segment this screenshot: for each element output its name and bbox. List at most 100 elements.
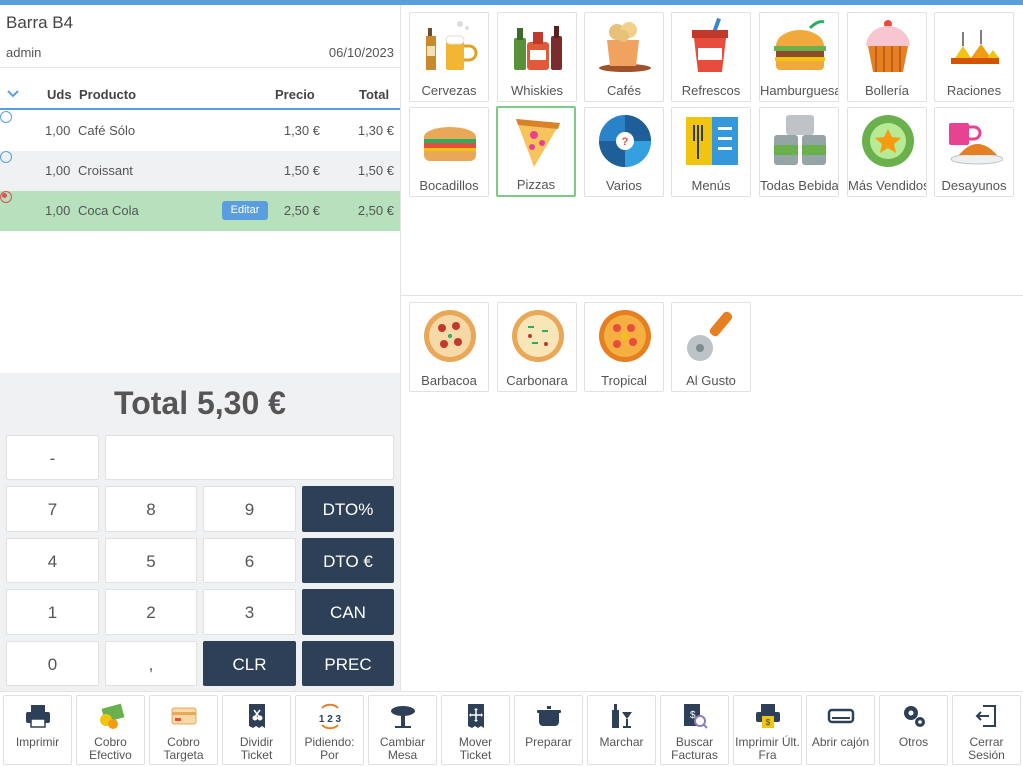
row-radio-checked[interactable] (0, 191, 12, 203)
key-6[interactable]: 6 (203, 538, 296, 583)
category-label: Hamburguesas (760, 83, 838, 98)
logout-icon (975, 705, 996, 727)
prepare-button[interactable]: Preparar (514, 695, 583, 765)
product-label: Barbacoa (421, 373, 477, 388)
logout-button[interactable]: Cerrar Sesión (952, 695, 1021, 765)
key-8[interactable]: 8 (105, 486, 197, 532)
pot-icon (537, 706, 561, 726)
print-button[interactable]: Imprimir (3, 695, 72, 765)
key-1[interactable]: 1 (6, 589, 99, 635)
cheese-icon (951, 30, 999, 64)
category-label: Desayunos (941, 178, 1007, 193)
category-tile-varios[interactable]: ? Varios (584, 107, 664, 197)
key-2[interactable]: 2 (105, 589, 197, 635)
burger-icon (774, 20, 826, 70)
category-tile-hamburguesas[interactable]: Hamburguesas (759, 12, 839, 102)
key-comma[interactable]: , (105, 641, 197, 686)
search-invoices-button[interactable]: $ Buscar Facturas (660, 695, 729, 765)
product-tile-barbacoa[interactable]: Barbacoa (409, 302, 489, 392)
sandwich-icon (424, 127, 476, 161)
clear-button[interactable]: CLR (203, 641, 296, 686)
keypad-area: Total 5,30 € - 7 8 9 DTO% 4 5 6 DTO € 1 … (0, 373, 400, 691)
card-payment-button[interactable]: Cobro Targeta (149, 695, 218, 765)
print-last-invoice-button[interactable]: $ Imprimir Últ. Fra (733, 695, 802, 765)
others-button[interactable]: Otros (879, 695, 948, 765)
product-tile-al-gusto[interactable]: Al Gusto (671, 302, 751, 392)
chevron-down-icon[interactable] (6, 87, 20, 101)
march-button[interactable]: Marchar (587, 695, 656, 765)
row-uds: 1,00 (45, 123, 71, 138)
key-minus[interactable]: - (6, 435, 99, 480)
category-tile-todas-bebidas[interactable]: Todas Bebidas (759, 107, 839, 197)
table-title: Barra B4 (6, 13, 74, 32)
category-tile-cervezas[interactable]: Cervezas (409, 12, 489, 102)
category-label: Cervezas (421, 83, 477, 98)
row-radio[interactable] (0, 111, 12, 123)
ticket-row[interactable]: 1,00 Croissant 1,50 € 1,50 € (0, 151, 400, 191)
ticket-total: Total 5,30 € (114, 385, 286, 421)
key-7[interactable]: 7 (6, 486, 99, 532)
move-ticket-icon (468, 704, 484, 728)
change-table-button[interactable]: Cambiar Mesa (368, 695, 437, 765)
row-uds: 1,00 (45, 203, 71, 218)
key-4[interactable]: 4 (6, 538, 99, 583)
ticket-date: 06/10/2023 (328, 45, 394, 60)
edit-button[interactable]: Editar (222, 201, 268, 220)
price-button[interactable]: PREC (302, 641, 394, 686)
beer-icon (426, 21, 478, 70)
row-producto: Coca Cola (78, 203, 139, 218)
cash-payment-button[interactable]: Cobro Efectivo (76, 695, 145, 765)
product-tile-carbonara[interactable]: Carbonara (497, 302, 577, 392)
col-total: Total (359, 87, 390, 102)
category-label: Whiskies (510, 83, 563, 98)
category-tile-cafes[interactable]: Cafés (584, 12, 664, 102)
category-tile-pizzas[interactable]: Pizzas (496, 106, 576, 197)
bottom-toolbar: Imprimir Cobro Efectivo Cobro Targeta Di… (0, 691, 1023, 767)
category-tile-mas-vendidos[interactable]: Más Vendidos (847, 107, 927, 197)
cash-icon (100, 703, 125, 729)
product-tile-tropical[interactable]: Tropical (584, 302, 664, 392)
category-tile-bolleria[interactable]: Bollería (847, 12, 927, 102)
card-icon (171, 707, 197, 725)
product-label: Al Gusto (686, 373, 736, 388)
row-total: 1,30 € (357, 123, 394, 138)
svg-text:1 2 3: 1 2 3 (319, 714, 342, 725)
order-123-icon: 1 2 3 (319, 703, 342, 730)
ticket-row[interactable]: 1,00 Café Sólo 1,30 € 1,30 € (0, 111, 400, 151)
category-grid: Cervezas Whiskies Cafés Refrescos Hambur… (401, 5, 1023, 296)
category-tile-refrescos[interactable]: Refrescos (671, 12, 751, 102)
key-5[interactable]: 5 (105, 538, 197, 583)
category-tile-desayunos[interactable]: Desayunos (934, 107, 1014, 197)
key-0[interactable]: 0 (6, 641, 99, 686)
category-tile-whiskies[interactable]: Whiskies (497, 12, 577, 102)
key-9[interactable]: 9 (203, 486, 296, 532)
category-tile-menus[interactable]: Menús (671, 107, 751, 197)
open-drawer-button[interactable]: Abrir cajón (806, 695, 875, 765)
ticket-row-selected[interactable]: 1,00 Coca Cola Editar 2,50 € 2,50 € (0, 191, 400, 231)
row-producto: Croissant (78, 163, 133, 178)
printer-icon (26, 705, 50, 728)
drawer-icon (827, 708, 855, 724)
category-tile-bocadillos[interactable]: Bocadillos (409, 107, 489, 197)
whisky-icon (514, 26, 562, 70)
split-ticket-button[interactable]: Dividir Ticket (222, 695, 291, 765)
category-label: Cafés (607, 83, 641, 98)
pizza-slice-icon (516, 119, 560, 167)
move-ticket-button[interactable]: Mover Ticket (441, 695, 510, 765)
ordering-by-button[interactable]: 1 2 3 Pidiendo: Por (295, 695, 364, 765)
category-label: Menús (691, 178, 731, 193)
catalog-panel: Cervezas Whiskies Cafés Refrescos Hambur… (401, 5, 1023, 691)
key-3[interactable]: 3 (203, 589, 296, 635)
row-uds: 1,00 (45, 163, 71, 178)
col-precio: Precio (275, 87, 315, 102)
category-tile-raciones[interactable]: Raciones (934, 12, 1014, 102)
discount-percent-button[interactable]: DTO% (302, 486, 394, 532)
cupcake-icon (866, 20, 910, 72)
keypad-display[interactable] (105, 435, 394, 480)
row-radio[interactable] (0, 151, 12, 163)
bottle-glass-icon (612, 704, 632, 728)
category-label: Varios (606, 178, 642, 193)
quantity-button[interactable]: CAN (302, 589, 394, 635)
discount-euro-button[interactable]: DTO € (302, 538, 394, 583)
product-label: Carbonara (506, 373, 568, 388)
